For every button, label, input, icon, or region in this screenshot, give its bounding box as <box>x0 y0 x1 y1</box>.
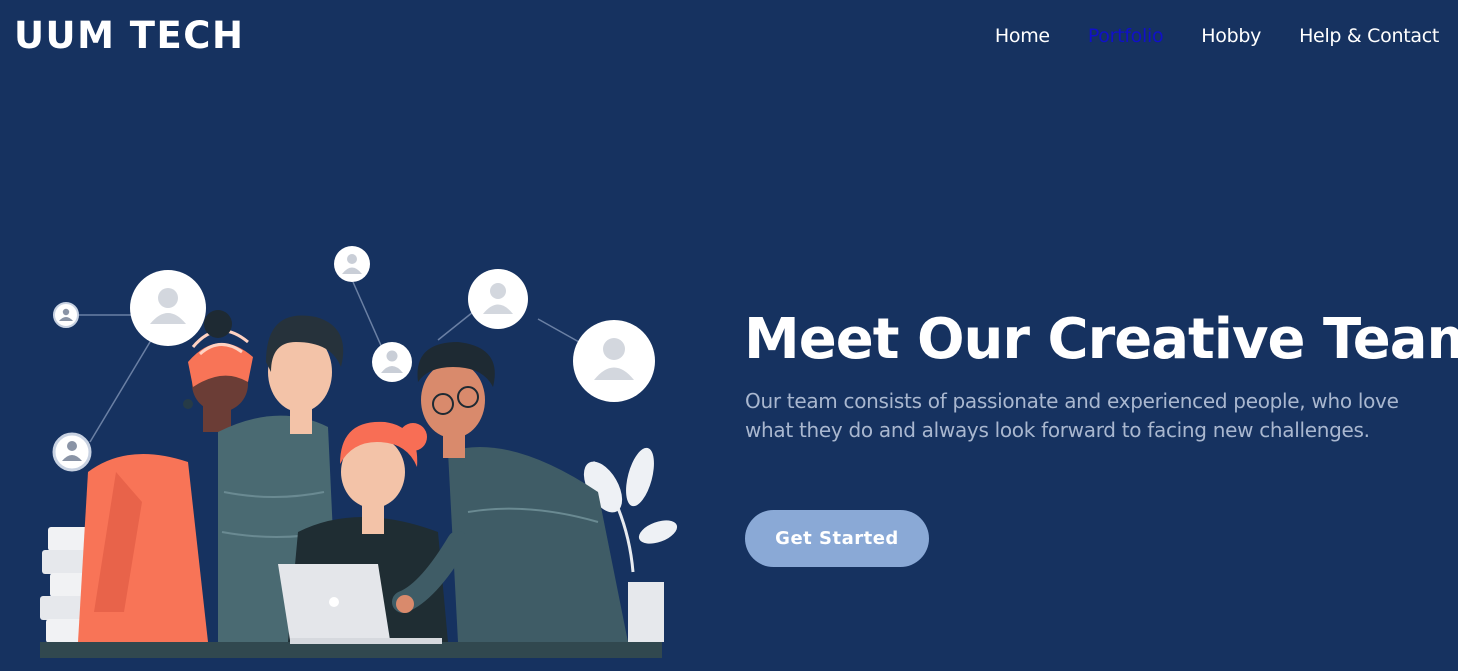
avatar-bubble-lower-left <box>52 432 92 472</box>
desk <box>40 642 662 658</box>
nav-portfolio-link[interactable]: Portfolio <box>1088 23 1164 49</box>
hero-title: Meet Our Creative Team <box>744 307 1458 372</box>
team-illustration <box>40 246 678 658</box>
nav-help-contact-link[interactable]: Help & Contact <box>1299 23 1439 49</box>
avatar-bubble-top-left <box>130 270 206 346</box>
main-nav: Home Portfolio Hobby Help & Contact <box>995 23 1439 49</box>
get-started-button[interactable]: Get Started <box>745 510 929 567</box>
avatar-bubble-top-right <box>468 269 528 329</box>
hero-description: Our team consists of passionate and expe… <box>745 389 1399 442</box>
nav-home-link[interactable]: Home <box>995 23 1050 49</box>
avatar-bubble-top-center <box>334 246 370 282</box>
nav-hobby-link[interactable]: Hobby <box>1201 23 1261 49</box>
avatar-bubble-center <box>372 342 412 382</box>
avatar-bubble-right <box>573 320 655 402</box>
landing-page: UUM TECH Home Portfolio Hobby Help & Con… <box>0 0 1458 671</box>
avatar-bubble-small-left <box>53 302 79 328</box>
brand-logo[interactable]: UUM TECH <box>14 14 244 58</box>
